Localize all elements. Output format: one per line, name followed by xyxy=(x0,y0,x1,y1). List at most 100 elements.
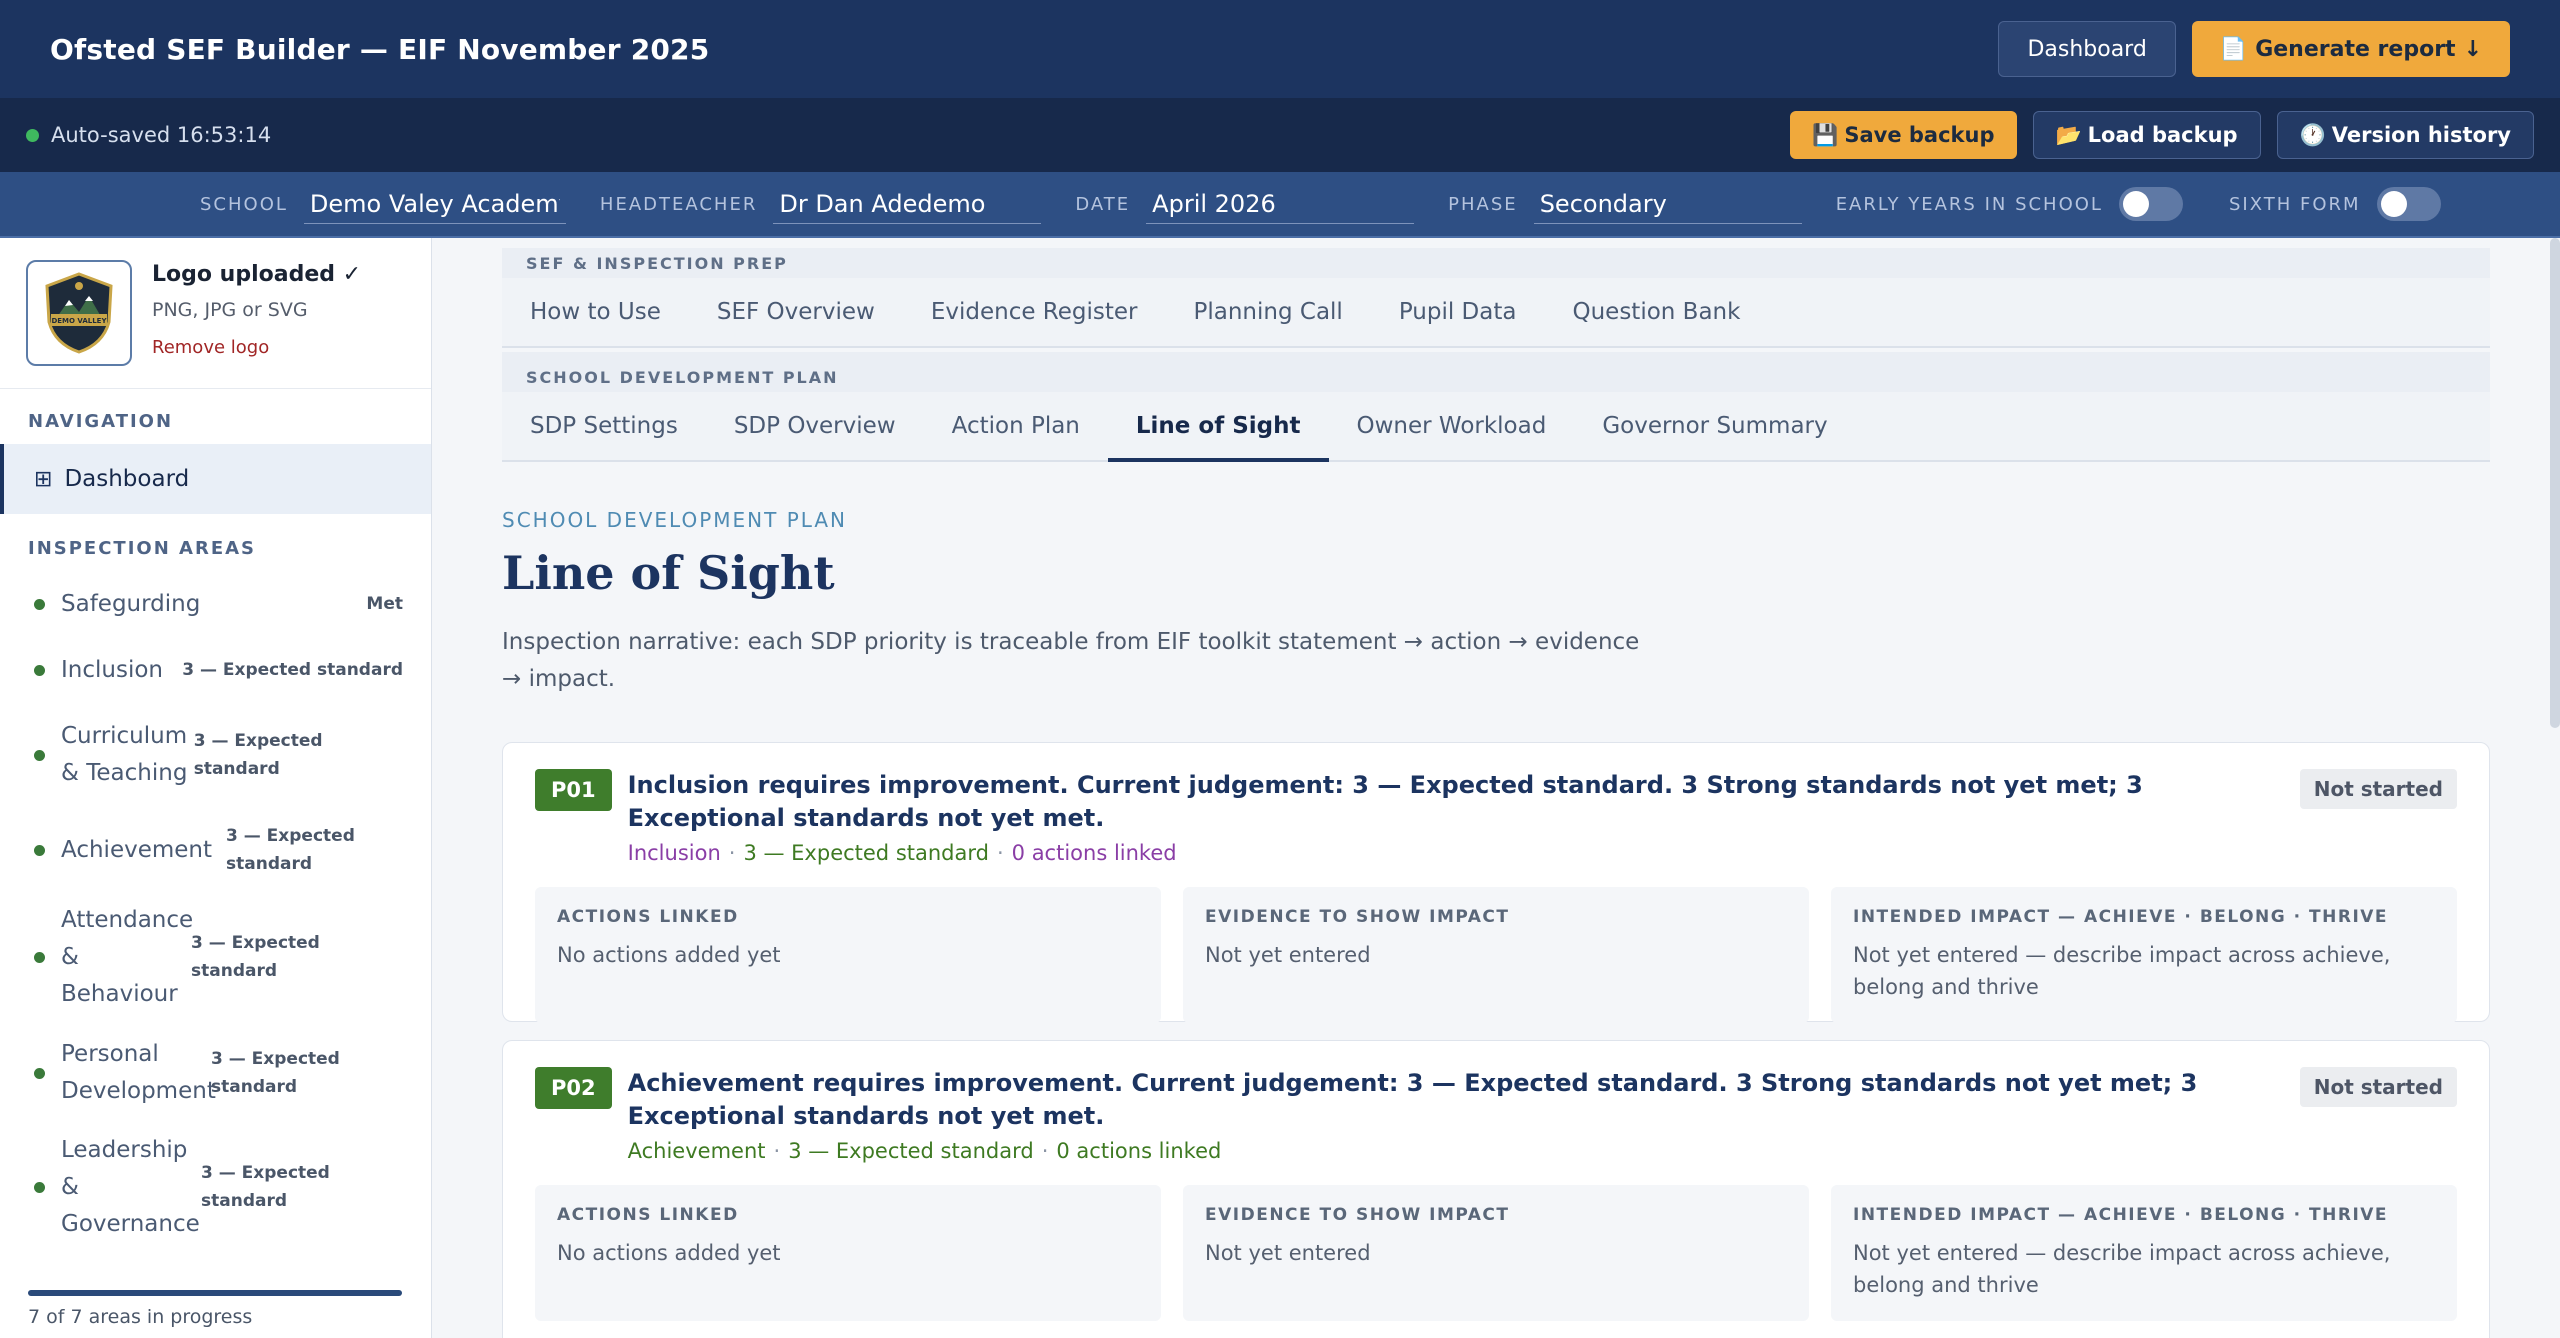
status-badge: Not started xyxy=(2299,769,2457,809)
sidebar-item-label: Achievement xyxy=(61,836,213,863)
status-dot-icon xyxy=(34,844,45,856)
priority-meta: Achievement · 3 — Expected standard · 0 acti… xyxy=(627,1139,1222,1163)
status-dot-icon xyxy=(34,1181,45,1193)
tab-pupil-data[interactable]: Pupil Data xyxy=(1371,278,1545,346)
save-backup-button[interactable]: 💾 Save backup xyxy=(1790,111,2017,159)
autosave-status: Auto-saved 16:53:14 xyxy=(51,123,272,147)
column-label: INTENDED IMPACT — ACHIEVE · BELONG · THR… xyxy=(1853,907,2389,927)
priority-judgement: 3 — Expected standard xyxy=(788,1139,1034,1163)
column-label: ACTIONS LINKED xyxy=(557,1205,739,1225)
main-content: SEF & INSPECTION PREP How to Use SEF Ove… xyxy=(432,238,2560,1338)
status-badge: Met xyxy=(366,594,403,614)
toggle-knob xyxy=(2122,191,2149,217)
dashboard-button[interactable]: Dashboard xyxy=(1998,21,2176,77)
sixth-form-toggle[interactable] xyxy=(2376,187,2441,221)
school-field[interactable] xyxy=(303,184,566,224)
logo-panel: DEMO VALLEY Logo uploaded ✓ PNG, JPG or … xyxy=(0,238,431,389)
column-label: EVIDENCE TO SHOW IMPACT xyxy=(1205,1205,1510,1225)
tab-sdp-overview[interactable]: SDP Overview xyxy=(706,392,924,460)
folder-icon: 📂 xyxy=(2055,122,2082,147)
page-description: Inspection narrative: each SDP priority … xyxy=(502,629,1640,692)
sef-tab-group: SEF & INSPECTION PREP How to Use SEF Ove… xyxy=(502,248,2490,348)
priority-card: P01 Inclusion requires improvement. Curr… xyxy=(502,742,2490,1023)
autosave-indicator-icon xyxy=(26,128,39,142)
status-badge: 3 — Expected standard xyxy=(193,731,323,779)
status-badge: 3 — Expected standard xyxy=(226,826,355,874)
logo-text: DEMO VALLEY xyxy=(51,317,107,325)
status-badge: 3 — Expected standard xyxy=(201,1163,330,1211)
tab-question-bank[interactable]: Question Bank xyxy=(1544,278,1768,346)
column-value: Not yet entered xyxy=(1205,1241,1371,1265)
priority-judgement: 3 — Expected standard xyxy=(743,841,989,865)
priority-card: P02 Achievement requires improvement. Cu… xyxy=(502,1040,2490,1338)
tab-evidence-register[interactable]: Evidence Register xyxy=(903,278,1166,346)
sidebar-item-label: Leadership & Governance xyxy=(61,1136,200,1237)
tab-how-to-use[interactable]: How to Use xyxy=(530,278,689,346)
headteacher-label: HEADTEACHER xyxy=(599,193,758,215)
sidebar-item-leadership-governance[interactable]: Leadership & Governance 3 — Expected sta… xyxy=(0,1125,431,1249)
status-dot-icon xyxy=(34,598,45,610)
scrollbar[interactable] xyxy=(2550,238,2560,728)
sidebar-item-label: Dashboard xyxy=(64,466,190,492)
save-backup-label: Save backup xyxy=(1844,123,1995,147)
tab-sef-overview[interactable]: SEF Overview xyxy=(689,278,903,346)
actions-linked-panel: ACTIONS LINKED No actions added yet xyxy=(535,1185,1161,1321)
toggle-knob xyxy=(2380,191,2407,217)
sef-tab-row: How to Use SEF Overview Evidence Registe… xyxy=(502,278,2490,346)
sixth-form-label: SIXTH FORM xyxy=(2228,193,2361,215)
generate-report-button[interactable]: 📄 Generate report ↓ xyxy=(2191,21,2510,77)
column-value: Not yet entered — describe impact across… xyxy=(1853,943,2391,999)
status-dot-icon xyxy=(34,951,45,963)
school-logo[interactable]: DEMO VALLEY xyxy=(26,260,132,366)
headteacher-field[interactable] xyxy=(773,184,1042,224)
load-backup-button[interactable]: 📂 Load backup xyxy=(2032,111,2261,159)
sidebar-item-attendance-behaviour[interactable]: Attendance & Behaviour 3 — Expected stan… xyxy=(0,893,431,1021)
column-value: No actions added yet xyxy=(557,943,781,967)
priority-title: Inclusion requires improvement. Current … xyxy=(627,771,2143,832)
phase-label: PHASE xyxy=(1448,193,1518,215)
sidebar-item-label: Personal Development xyxy=(61,1041,216,1104)
column-label: INTENDED IMPACT — ACHIEVE · BELONG · THR… xyxy=(1853,1205,2389,1225)
sidebar-item-inclusion[interactable]: Inclusion 3 — Expected standard xyxy=(0,637,431,703)
version-history-label: Version history xyxy=(2331,123,2511,147)
sdp-tab-row: SDP Settings SDP Overview Action Plan Li… xyxy=(502,392,2490,462)
tab-sdp-settings[interactable]: SDP Settings xyxy=(530,392,706,460)
navigation-heading: NAVIGATION xyxy=(28,411,174,432)
tab-line-of-sight[interactable]: Line of Sight xyxy=(1107,392,1329,462)
tab-group-label: SEF & INSPECTION PREP xyxy=(502,248,2490,278)
sidebar-item-personal-development[interactable]: Personal Development 3 — Expected standa… xyxy=(0,1021,431,1125)
sdp-tab-group: SCHOOL DEVELOPMENT PLAN SDP Settings SDP… xyxy=(502,352,2490,462)
clock-icon: 🕐 xyxy=(2299,122,2326,147)
sidebar-item-dashboard[interactable]: ⊞ Dashboard xyxy=(0,444,431,514)
actions-linked-panel: ACTIONS LINKED No actions added yet xyxy=(535,887,1161,1023)
priority-actions-count: 0 actions linked xyxy=(1056,1139,1222,1163)
page-title: Line of Sight xyxy=(502,546,835,600)
version-history-button[interactable]: 🕐 Version history xyxy=(2276,111,2534,159)
tab-owner-workload[interactable]: Owner Workload xyxy=(1329,392,1575,460)
tab-planning-call[interactable]: Planning Call xyxy=(1166,278,1371,346)
floppy-disk-icon: 💾 xyxy=(1812,122,1839,147)
sidebar-item-safeguarding[interactable]: Safegurding Met xyxy=(0,571,431,637)
evidence-panel: EVIDENCE TO SHOW IMPACT Not yet entered xyxy=(1183,1185,1809,1321)
status-badge: 3 — Expected standard xyxy=(182,660,403,680)
evidence-panel: EVIDENCE TO SHOW IMPACT Not yet entered xyxy=(1183,887,1809,1023)
school-crest-icon: DEMO VALLEY xyxy=(45,272,113,354)
logo-format-hint: PNG, JPG or SVG xyxy=(152,299,308,321)
generate-report-label: Generate report xyxy=(2255,36,2456,62)
priority-title: Achievement requires improvement. Curren… xyxy=(627,1069,2198,1130)
sidebar-item-achievement[interactable]: Achievement 3 — Expected standard xyxy=(0,807,431,893)
column-value: No actions added yet xyxy=(557,1241,781,1265)
early-years-toggle[interactable] xyxy=(2118,187,2183,221)
phase-field[interactable] xyxy=(1533,184,1802,224)
date-field[interactable] xyxy=(1146,184,1415,224)
tab-governor-summary[interactable]: Governor Summary xyxy=(1574,392,1855,460)
priority-area: Inclusion xyxy=(627,841,721,865)
status-dot-icon xyxy=(34,1067,45,1079)
tab-action-plan[interactable]: Action Plan xyxy=(924,392,1108,460)
sidebar-item-label: Safegurding xyxy=(61,590,201,617)
sidebar-item-curriculum-teaching[interactable]: Curriculum & Teaching 3 — Expected stand… xyxy=(0,703,431,807)
inspection-areas-heading: INSPECTION AREAS xyxy=(28,538,257,559)
areas-progress-fill xyxy=(28,1290,402,1296)
areas-progress-bar xyxy=(28,1290,402,1296)
remove-logo-link[interactable]: Remove logo xyxy=(152,337,361,358)
